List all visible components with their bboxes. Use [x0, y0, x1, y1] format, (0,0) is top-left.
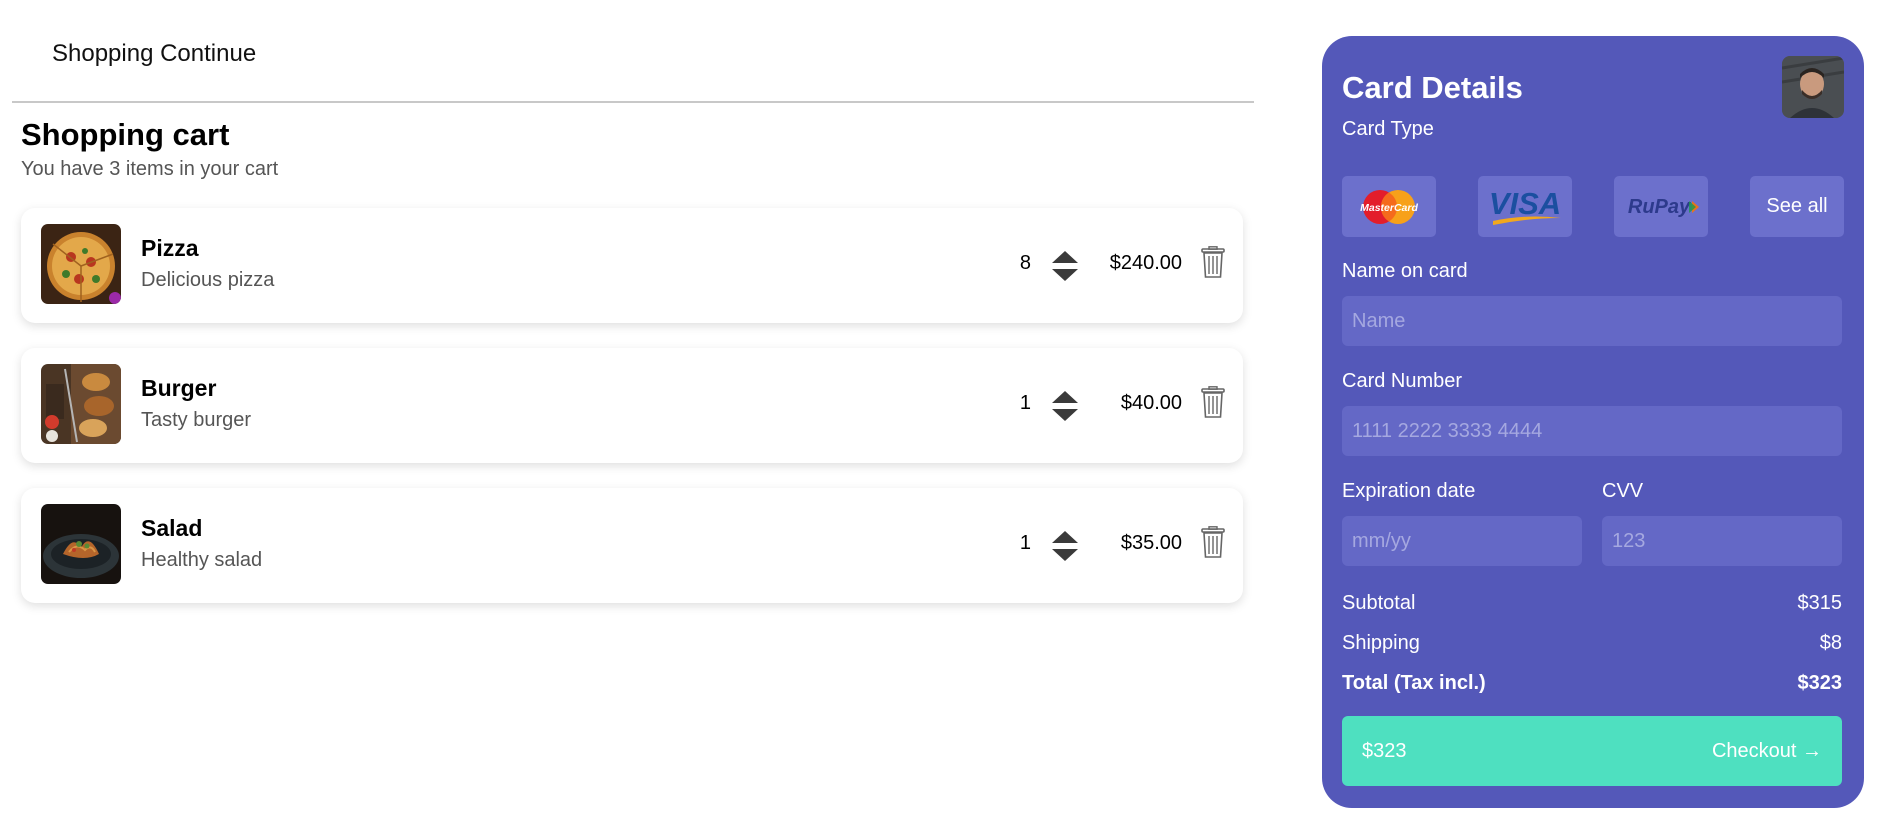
card-type-rupay[interactable]: RuPay: [1614, 176, 1708, 237]
item-quantity: 1: [1019, 532, 1031, 554]
cvv-label: CVV: [1602, 480, 1644, 502]
cart-item: Salad Healthy salad 1 $35.00: [21, 488, 1243, 603]
rupay-text: RuPay: [1628, 196, 1691, 218]
expiration-date-input[interactable]: [1342, 516, 1582, 566]
subtotal-label: Subtotal: [1342, 592, 1416, 614]
stepper-arrows-icon[interactable]: [1051, 529, 1079, 563]
subtotal-row: Subtotal $315: [1342, 592, 1842, 615]
stepper-arrows-icon[interactable]: [1051, 249, 1079, 283]
card-type-visa[interactable]: VISA: [1478, 176, 1572, 237]
checkout-amount: $323: [1362, 739, 1407, 762]
item-quantity: 1: [1019, 392, 1031, 414]
trash-icon[interactable]: [1201, 526, 1225, 558]
item-quantity: 8: [1019, 252, 1031, 274]
total-value: $323: [1797, 672, 1843, 694]
expiration-date-label: Expiration date: [1342, 480, 1476, 502]
item-name: Pizza: [141, 235, 199, 261]
cart-item: Pizza Delicious pizza 8 $240.00: [21, 208, 1243, 323]
checkout-button[interactable]: $323 Checkout →: [1342, 716, 1842, 786]
card-number-label: Card Number: [1342, 370, 1463, 392]
item-description: Healthy salad: [141, 549, 263, 571]
cart-subtitle: You have 3 items in your cart: [21, 158, 279, 180]
item-description: Tasty burger: [141, 409, 252, 431]
see-all-label: See all: [1766, 195, 1828, 217]
mastercard-text: MasterCard: [1360, 202, 1418, 214]
total-label: Total (Tax incl.): [1342, 672, 1486, 694]
see-all-button[interactable]: See all: [1750, 176, 1844, 237]
cart-item: Burger Tasty burger 1 $40.00: [21, 348, 1243, 463]
checkout-label: Checkout →: [1711, 739, 1822, 762]
subtotal-value: $315: [1797, 592, 1843, 614]
cart-title: Shopping cart: [21, 117, 230, 152]
item-price: $40.00: [1120, 392, 1182, 414]
card-type-label: Card Type: [1342, 118, 1434, 140]
item-name: Salad: [141, 515, 203, 541]
mastercard-logo: MasterCard: [1360, 189, 1418, 224]
shipping-value: $8: [1819, 632, 1842, 654]
item-price: $35.00: [1120, 532, 1182, 554]
item-price: $240.00: [1109, 252, 1182, 274]
trash-icon[interactable]: [1201, 246, 1225, 278]
burger-image: [41, 364, 121, 444]
cvv-input[interactable]: [1602, 516, 1842, 566]
continue-shopping-link[interactable]: Shopping Continue: [52, 40, 256, 68]
visa-text: VISA: [1489, 186, 1561, 221]
avatar: [1782, 56, 1844, 118]
item-name: Burger: [141, 375, 217, 401]
card-details-panel: Card Details Card Type MasterCard VISA R…: [1322, 36, 1864, 808]
total-row: Total (Tax incl.) $323: [1342, 672, 1842, 695]
name-on-card-label: Name on card: [1342, 260, 1468, 282]
shipping-label: Shipping: [1342, 632, 1420, 654]
divider: [12, 101, 1254, 103]
salad-image: [41, 504, 121, 584]
cart-section: Shopping Continue Shopping cart You have…: [12, 0, 1254, 826]
item-description: Delicious pizza: [141, 269, 275, 291]
name-on-card-input[interactable]: [1342, 296, 1842, 346]
panel-title: Card Details: [1342, 70, 1523, 105]
card-number-input[interactable]: [1342, 406, 1842, 456]
pizza-image: [41, 224, 121, 304]
shipping-row: Shipping $8: [1342, 632, 1842, 655]
stepper-arrows-icon[interactable]: [1051, 389, 1079, 423]
trash-icon[interactable]: [1201, 386, 1225, 418]
rupay-logo: RuPay: [1628, 196, 1699, 218]
visa-logo: VISA: [1489, 186, 1561, 225]
card-type-mastercard[interactable]: MasterCard: [1342, 176, 1436, 237]
